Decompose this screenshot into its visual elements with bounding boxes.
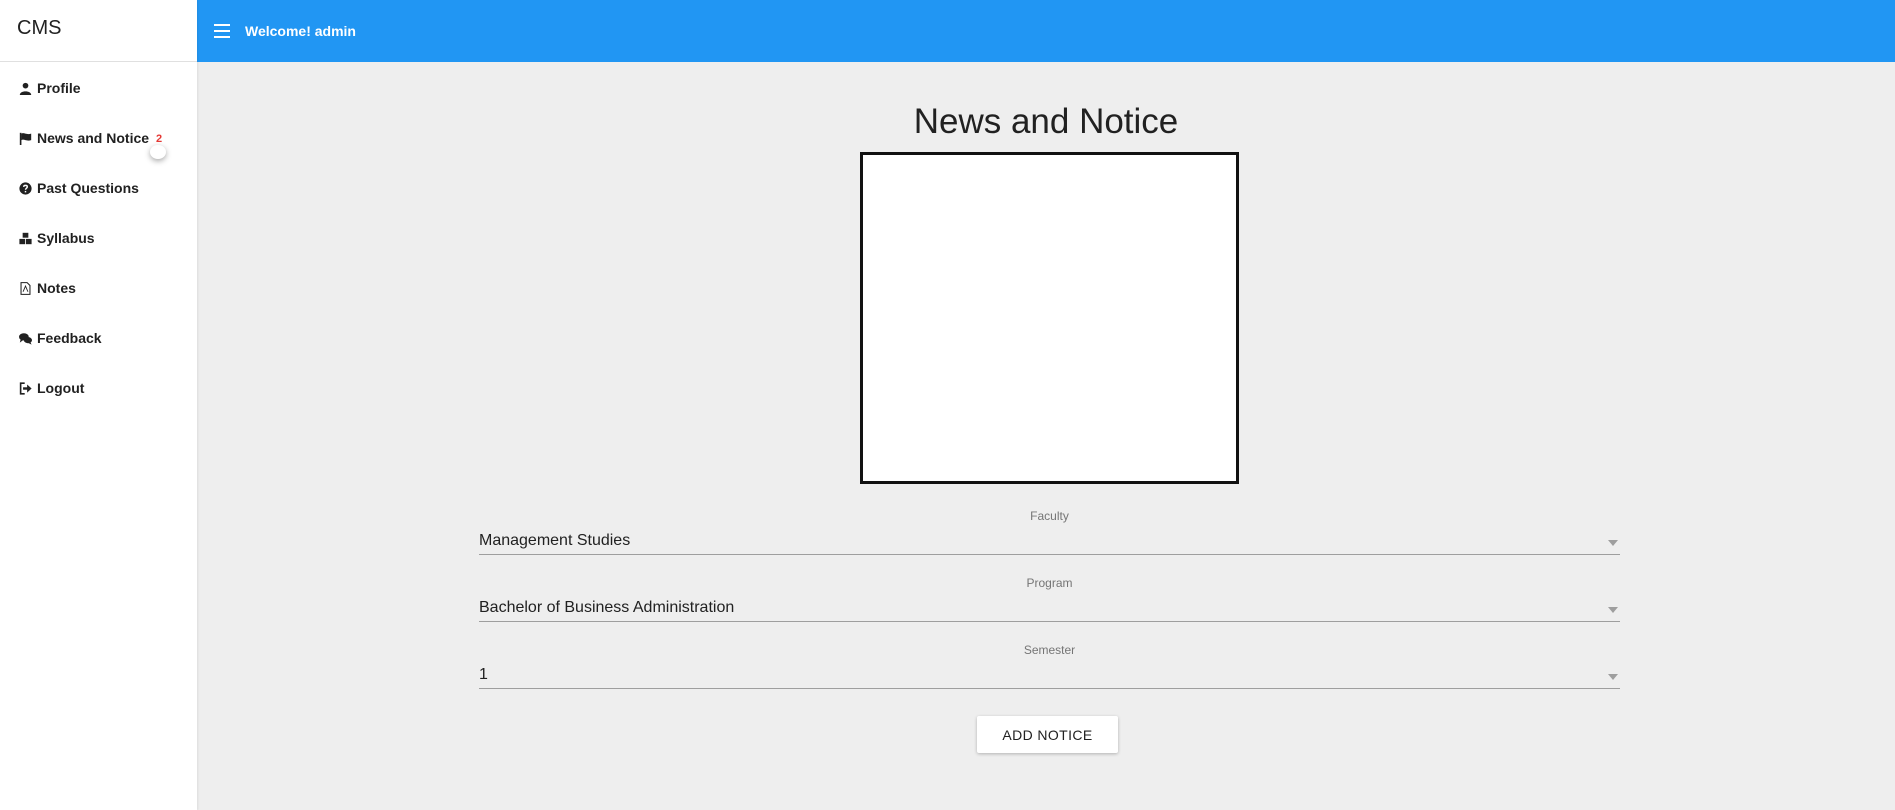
semester-select[interactable]: 1	[479, 664, 1620, 689]
sign-out-icon	[19, 381, 32, 395]
sidebar-item-news-and-notice[interactable]: News and Notice 2	[0, 113, 197, 163]
semester-field: Semester 1	[479, 643, 1620, 689]
cubes-icon	[19, 232, 32, 245]
sidebar-item-label: Notes	[37, 280, 76, 296]
brand-logo[interactable]: CMS	[0, 0, 197, 62]
faculty-field: Faculty Management Studies	[479, 509, 1620, 555]
sidebar-item-label: Past Questions	[37, 180, 139, 196]
sidebar-item-label: Logout	[37, 380, 85, 396]
sidebar-item-notes[interactable]: Notes	[0, 263, 197, 313]
program-label: Program	[1026, 576, 1073, 590]
caret-down-icon	[1608, 674, 1618, 680]
question-circle-icon	[19, 181, 32, 195]
caret-down-icon	[1608, 540, 1618, 546]
flag-icon	[19, 132, 32, 145]
page-title: News and Notice	[913, 102, 1179, 141]
caret-down-icon	[1608, 607, 1618, 613]
badge-ripple	[150, 145, 166, 159]
sidebar-menu: Profile News and Notice 2 Past Questions…	[0, 62, 197, 413]
semester-label: Semester	[1023, 643, 1076, 657]
sidebar-item-label: Profile	[37, 80, 81, 96]
faculty-value: Management Studies	[479, 532, 631, 549]
semester-value: 1	[479, 666, 488, 683]
menu-icon[interactable]	[214, 24, 230, 38]
sidebar: CMS Profile News and Notice 2 Past Quest…	[0, 0, 197, 810]
program-field: Program Bachelor of Business Administrat…	[479, 576, 1620, 622]
sidebar-item-feedback[interactable]: Feedback	[0, 313, 197, 363]
notification-badge: 2	[156, 133, 163, 145]
faculty-label: Faculty	[1030, 509, 1069, 523]
sidebar-item-profile[interactable]: Profile	[0, 63, 197, 113]
top-app-bar: Welcome! admin	[197, 0, 1895, 62]
faculty-select[interactable]: Management Studies	[479, 530, 1620, 555]
main-content: News and Notice Faculty Management Studi…	[197, 62, 1895, 810]
comments-icon	[19, 332, 32, 345]
sidebar-item-label: Syllabus	[37, 230, 95, 246]
sidebar-item-past-questions[interactable]: Past Questions	[0, 163, 197, 213]
welcome-text: Welcome! admin	[245, 23, 356, 39]
sidebar-item-syllabus[interactable]: Syllabus	[0, 213, 197, 263]
file-pdf-icon	[19, 281, 32, 295]
sidebar-item-label: Feedback	[37, 330, 102, 346]
program-value: Bachelor of Business Administration	[479, 599, 735, 616]
notice-image-upload[interactable]	[860, 152, 1239, 484]
sidebar-item-logout[interactable]: Logout	[0, 363, 197, 413]
sidebar-item-label: News and Notice	[37, 130, 150, 146]
program-select[interactable]: Bachelor of Business Administration	[479, 597, 1620, 622]
add-notice-button[interactable]: ADD NOTICE	[977, 716, 1118, 753]
user-icon	[19, 82, 32, 95]
